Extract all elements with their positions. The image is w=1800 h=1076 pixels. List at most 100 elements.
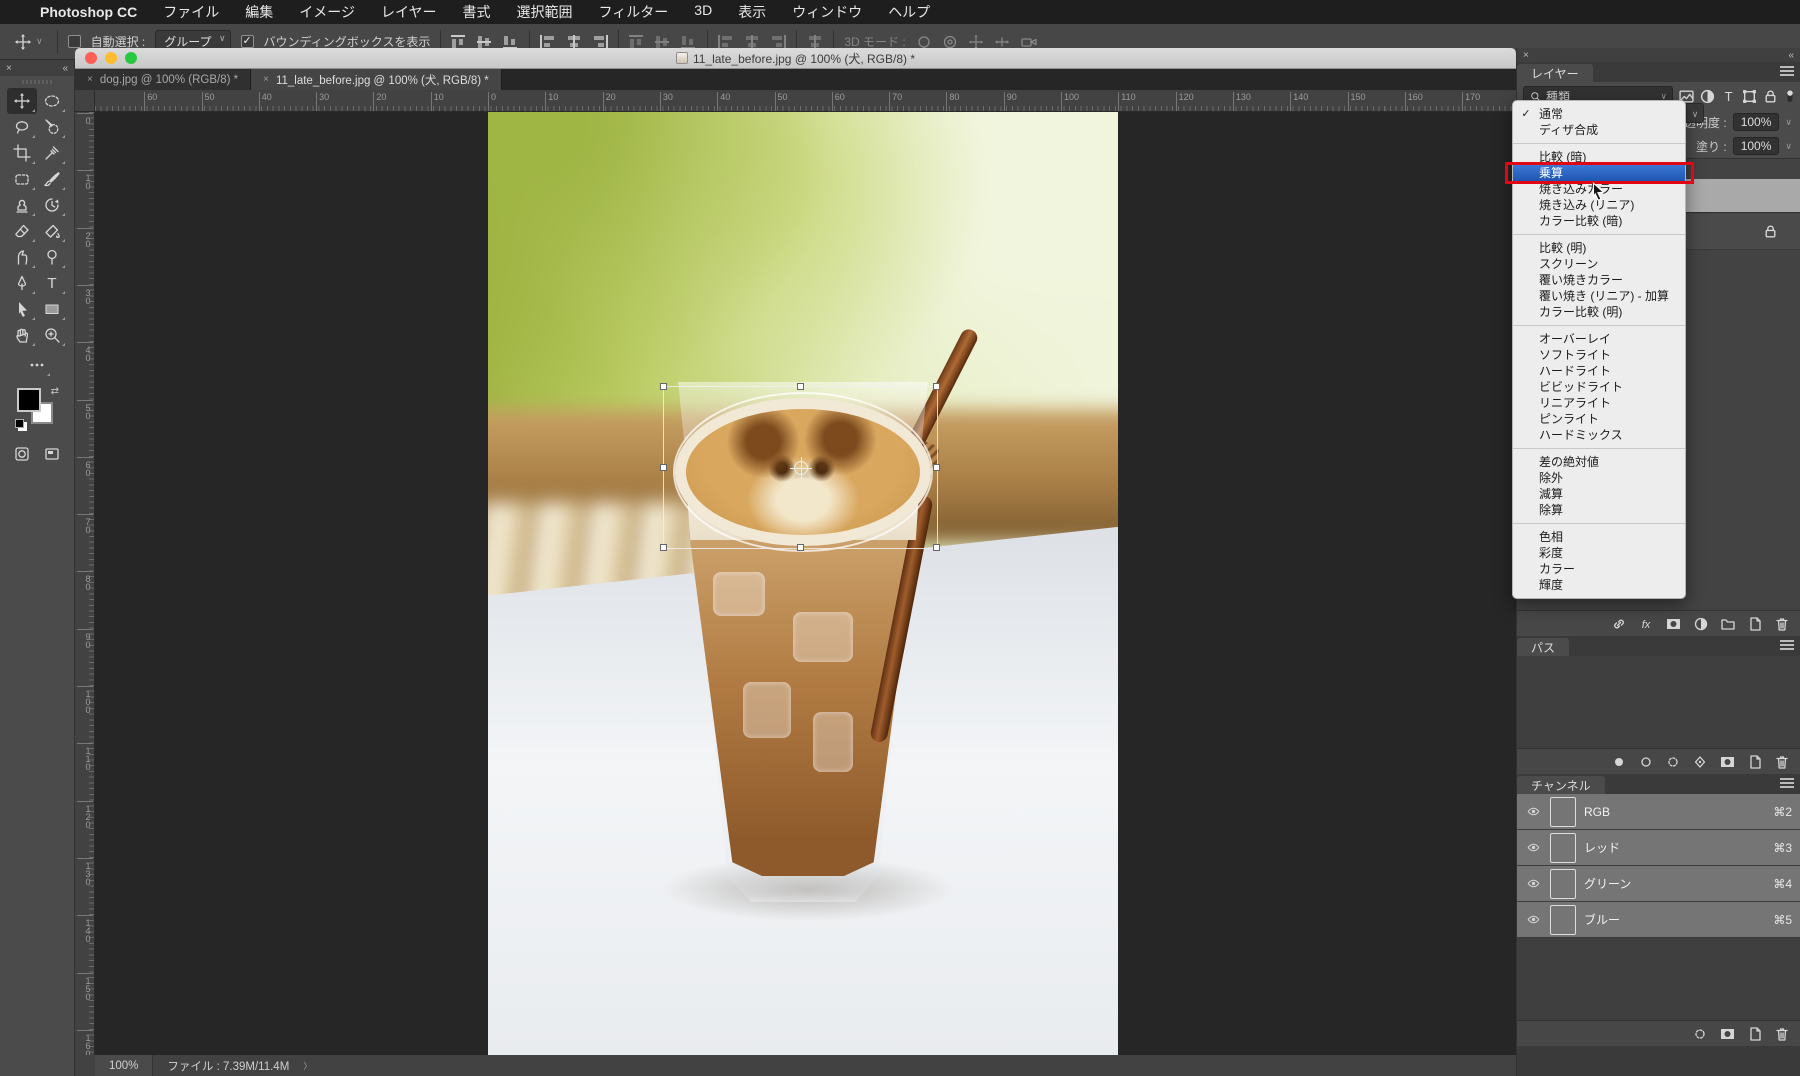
foreground-color-swatch[interactable] bbox=[17, 388, 41, 412]
blend-option-差の絶対値[interactable]: 差の絶対値 bbox=[1513, 454, 1685, 470]
path-selection-tool[interactable] bbox=[7, 296, 37, 322]
new-layer-icon[interactable] bbox=[1747, 616, 1763, 632]
paths-list[interactable] bbox=[1517, 656, 1800, 748]
tab-dog-jpg[interactable]: × dog.jpg @ 100% (RGB/8) * bbox=[75, 69, 252, 90]
smudge-tool[interactable] bbox=[7, 244, 37, 270]
shape-tool[interactable] bbox=[37, 296, 67, 322]
clone-stamp-tool[interactable] bbox=[7, 192, 37, 218]
channel-row-ブルー[interactable]: ブルー ⌘5 bbox=[1517, 902, 1800, 938]
status-expander-icon[interactable]: 〉 bbox=[303, 1059, 312, 1072]
channel-row-グリーン[interactable]: グリーン ⌘4 bbox=[1517, 866, 1800, 902]
tool-preset-move[interactable]: ∨ bbox=[10, 31, 47, 53]
path-as-selection-icon[interactable] bbox=[1665, 754, 1681, 770]
tab-11-late-before-jpg[interactable]: × 11_late_before.jpg @ 100% (犬, RGB/8) * bbox=[251, 69, 502, 90]
panel-menu-icon[interactable] bbox=[1780, 778, 1794, 788]
blend-option-カラー比較 (明)[interactable]: カラー比較 (明) bbox=[1513, 304, 1685, 320]
blend-option-ピンライト[interactable]: ピンライト bbox=[1513, 411, 1685, 427]
window-titlebar[interactable]: 11_late_before.jpg @ 100% (犬, RGB/8) * bbox=[75, 48, 1516, 69]
menu-編集[interactable]: 編集 bbox=[245, 2, 273, 22]
load-channel-selection-icon[interactable] bbox=[1692, 1026, 1708, 1042]
new-channel-icon[interactable] bbox=[1747, 1026, 1763, 1042]
align-horizontal-center-button[interactable] bbox=[566, 34, 583, 49]
blend-option-輝度[interactable]: 輝度 bbox=[1513, 577, 1685, 593]
eye-icon[interactable] bbox=[1525, 913, 1542, 926]
blend-option-覆い焼きカラー[interactable]: 覆い焼きカラー bbox=[1513, 272, 1685, 288]
default-colors-icon[interactable] bbox=[15, 419, 24, 428]
transform-handle[interactable] bbox=[796, 544, 804, 551]
menu-レイヤー[interactable]: レイヤー bbox=[381, 2, 437, 22]
history-brush-tool[interactable] bbox=[37, 192, 67, 218]
new-path-icon[interactable] bbox=[1747, 754, 1763, 770]
close-icon[interactable]: × bbox=[87, 74, 93, 85]
menu-ファイル[interactable]: ファイル bbox=[163, 2, 219, 22]
edit-toolbar-button[interactable] bbox=[22, 352, 52, 378]
align-right-button[interactable] bbox=[592, 34, 609, 49]
distribute-bottom-button[interactable] bbox=[681, 34, 698, 49]
transform-handle[interactable] bbox=[660, 383, 667, 390]
fill-value[interactable]: 100% bbox=[1732, 137, 1780, 155]
layer-filtering-toggle[interactable] bbox=[1784, 87, 1796, 105]
layer-style-icon[interactable]: fx bbox=[1638, 616, 1654, 632]
transform-handle[interactable] bbox=[660, 544, 667, 551]
type-tool[interactable]: T bbox=[37, 270, 67, 296]
blend-mode-select-chevron[interactable]: ∨ bbox=[1686, 103, 1704, 123]
chevron-down-icon[interactable]: ∨ bbox=[1785, 117, 1792, 128]
panel-close-icon[interactable]: × bbox=[1523, 50, 1529, 61]
transform-reference-point[interactable] bbox=[789, 456, 812, 479]
eyedropper-tool[interactable] bbox=[37, 140, 67, 166]
canvas-image[interactable] bbox=[488, 112, 1118, 1055]
blend-option-ハードライト[interactable]: ハードライト bbox=[1513, 363, 1685, 379]
pen-tool[interactable] bbox=[7, 270, 37, 296]
fill-path-icon[interactable] bbox=[1611, 754, 1627, 770]
panel-collapse-icon[interactable]: « bbox=[1788, 50, 1794, 61]
blend-option-ハードミックス[interactable]: ハードミックス bbox=[1513, 427, 1685, 443]
tab-paths[interactable]: パス bbox=[1517, 638, 1570, 656]
blend-option-比較 (明)[interactable]: 比較 (明) bbox=[1513, 240, 1685, 256]
quick-selection-tool[interactable] bbox=[37, 114, 67, 140]
new-adjustment-layer-icon[interactable] bbox=[1693, 616, 1709, 632]
transform-handle[interactable] bbox=[933, 463, 940, 471]
stroke-path-icon[interactable] bbox=[1638, 754, 1654, 770]
zoom-tool[interactable] bbox=[37, 322, 67, 348]
tab-layers[interactable]: レイヤー bbox=[1517, 64, 1593, 82]
blend-option-色相[interactable]: 色相 bbox=[1513, 529, 1685, 545]
blend-option-ディザ合成[interactable]: ディザ合成 bbox=[1513, 122, 1685, 138]
eraser-tool[interactable] bbox=[7, 218, 37, 244]
hand-tool[interactable] bbox=[7, 322, 37, 348]
tab-channels[interactable]: チャンネル bbox=[1517, 776, 1605, 794]
channel-row-レッド[interactable]: レッド ⌘3 bbox=[1517, 830, 1800, 866]
move-tool[interactable] bbox=[7, 88, 37, 114]
marquee-ellipse-tool[interactable] bbox=[37, 88, 67, 114]
filter-smart-objects-icon[interactable] bbox=[1763, 87, 1778, 105]
filter-shape-layers-icon[interactable] bbox=[1742, 87, 1757, 105]
delete-path-icon[interactable] bbox=[1774, 754, 1790, 770]
screen-mode-button[interactable] bbox=[44, 446, 60, 462]
blend-option-スクリーン[interactable]: スクリーン bbox=[1513, 256, 1685, 272]
transform-handle[interactable] bbox=[933, 544, 940, 551]
work-path-from-selection-icon[interactable] bbox=[1692, 754, 1708, 770]
blend-option-オーバーレイ[interactable]: オーバーレイ bbox=[1513, 331, 1685, 347]
align-top-button[interactable] bbox=[451, 34, 468, 49]
blend-option-通常[interactable]: ✓ 通常 bbox=[1513, 106, 1685, 122]
paint-bucket-tool[interactable] bbox=[37, 218, 67, 244]
panel-menu-icon[interactable] bbox=[1780, 640, 1794, 650]
distribute-right-button[interactable] bbox=[770, 34, 787, 49]
save-selection-as-channel-icon[interactable] bbox=[1719, 1026, 1736, 1042]
align-bottom-button[interactable] bbox=[503, 34, 520, 49]
menu-フィルター[interactable]: フィルター bbox=[599, 2, 669, 22]
show-bounding-box-checkbox[interactable] bbox=[240, 34, 254, 48]
blend-option-除算[interactable]: 除算 bbox=[1513, 502, 1685, 518]
menu-3D[interactable]: 3D bbox=[694, 2, 712, 22]
healing-brush-tool[interactable] bbox=[7, 166, 37, 192]
auto-select-checkbox[interactable] bbox=[67, 35, 81, 48]
ruler-horizontal[interactable]: 60 50 40 30 20 10 0 10 20 30 40 50 60 70 80 90 100 110 120… bbox=[95, 90, 1516, 112]
panel-grip[interactable] bbox=[22, 80, 52, 84]
lasso-tool[interactable] bbox=[7, 114, 37, 140]
blend-option-ビビッドライト[interactable]: ビビッドライト bbox=[1513, 379, 1685, 395]
align-left-button[interactable] bbox=[540, 34, 557, 49]
link-layers-icon[interactable] bbox=[1611, 616, 1627, 632]
add-layer-mask-icon[interactable] bbox=[1665, 616, 1682, 632]
chevron-down-icon[interactable]: ∨ bbox=[1785, 141, 1792, 152]
blend-option-彩度[interactable]: 彩度 bbox=[1513, 545, 1685, 561]
filter-type-layers-icon[interactable]: T bbox=[1721, 87, 1736, 105]
